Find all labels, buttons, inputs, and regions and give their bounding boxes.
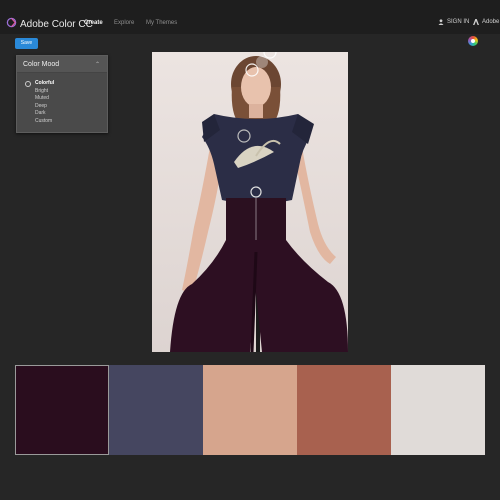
mood-option-deep[interactable]: Deep [25, 103, 54, 111]
color-mood-list: Colorful Bright Muted Deep Dark Custom [25, 80, 54, 125]
nav-create[interactable]: Create [84, 20, 103, 26]
mood-option-muted[interactable]: Muted [25, 95, 54, 103]
adobe-label: Adobe [482, 19, 500, 25]
sign-in-link[interactable]: SIGN IN [438, 19, 469, 25]
swatch-3[interactable] [203, 365, 297, 455]
color-wheel-icon[interactable] [468, 36, 478, 46]
swatch-5[interactable] [391, 365, 485, 455]
radio-icon[interactable] [25, 81, 31, 87]
color-mood-header[interactable]: Color Mood ⌃ [17, 56, 107, 73]
mood-option-custom[interactable]: Custom [25, 118, 54, 126]
mood-option-bright[interactable]: Bright [25, 88, 54, 96]
mood-option-label: Colorful [35, 80, 55, 86]
nav-my-themes[interactable]: My Themes [146, 20, 177, 26]
mood-option-dark[interactable]: Dark [25, 110, 54, 118]
source-photo[interactable] [152, 52, 348, 352]
sign-in-label: SIGN IN [447, 19, 470, 25]
user-icon [438, 19, 444, 25]
swatch-2[interactable] [109, 365, 203, 455]
adobe-icon [473, 19, 479, 25]
mood-option-colorful[interactable]: Colorful [25, 80, 54, 88]
nav-explore[interactable]: Explore [114, 20, 134, 26]
swatch-1[interactable] [15, 365, 109, 455]
adobe-color-logo-icon[interactable] [6, 17, 17, 28]
save-button[interactable]: Save [15, 38, 38, 49]
color-mood-title: Color Mood [23, 61, 60, 68]
fashion-model-image [152, 52, 348, 352]
adobe-link[interactable]: Adobe [473, 19, 499, 25]
color-mood-panel: Color Mood ⌃ Colorful Bright Muted Deep … [16, 55, 108, 133]
top-bar: Adobe Color CC Create Explore My Themes … [0, 0, 500, 34]
app-title[interactable]: Adobe Color CC [20, 19, 93, 30]
color-theme-swatches [15, 365, 485, 455]
chevron-up-icon[interactable]: ⌃ [95, 61, 100, 68]
swatch-4[interactable] [297, 365, 391, 455]
